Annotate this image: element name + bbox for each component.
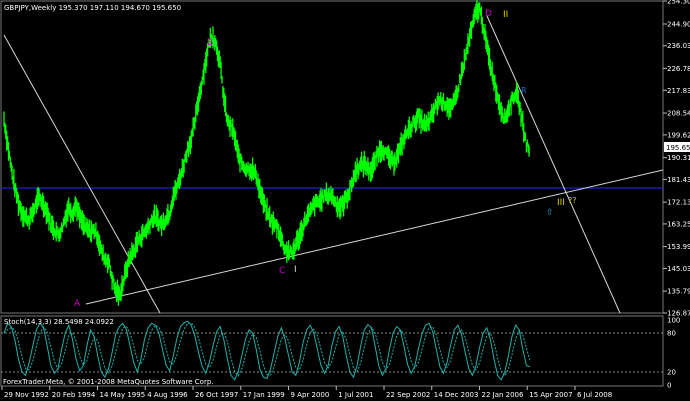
- price-y-tick-label: 135.79: [667, 288, 690, 296]
- price-y-tick-label: 181.43: [667, 176, 690, 184]
- wave-label-b: B: [207, 38, 213, 48]
- x-tick-label: 17 Jan 1999: [243, 391, 285, 399]
- last-price-label: 195.650: [666, 144, 690, 152]
- x-tick-label: 26 Oct 1997: [195, 391, 238, 399]
- stochastic-y-tick-label: 100: [667, 317, 680, 325]
- price-y-tick-label: 208.54: [667, 110, 690, 118]
- x-tick-label: 4 Aug 1996: [147, 391, 188, 399]
- x-tick-label: 29 Nov 1992: [4, 391, 49, 399]
- price-y-axis: 126.87135.79145.03153.99163.25172.13181.…: [663, 0, 690, 318]
- price-y-tick-label: 244.90: [667, 21, 690, 29]
- stochastic-header: Stoch(14,3,3) 28.5498 24.0922: [4, 318, 114, 326]
- wave-label-question: ??: [568, 196, 577, 205]
- x-tick-label: 14 Dec 2003: [434, 391, 479, 399]
- price-y-tick-label: 217.83: [667, 87, 690, 95]
- price-y-tick-label: 172.13: [667, 199, 690, 207]
- stochastic-y-tick-label: 80: [667, 330, 676, 338]
- copyright-text: ForexTrader.Meta, © 2001-2008 MetaQuotes…: [3, 378, 214, 386]
- x-tick-label: 22 Jan 2006: [482, 391, 525, 399]
- price-y-tick-label: 226.78: [667, 65, 690, 73]
- x-tick-label: 20 Feb 1994: [52, 391, 96, 399]
- wave-label-d: D: [485, 9, 492, 19]
- wave-label-r: R: [521, 86, 527, 95]
- price-y-tick-label: 236.03: [667, 42, 690, 50]
- price-y-tick-label: 145.03: [667, 265, 690, 273]
- wave-label-ii: II: [503, 10, 508, 20]
- price-y-tick-label: 254.30: [667, 0, 690, 6]
- wave-label-c: C: [279, 266, 285, 276]
- wave-label-i: I: [294, 265, 297, 275]
- price-y-tick-label: 163.25: [667, 220, 690, 228]
- x-tick-label: 9 Apr 2000: [291, 391, 330, 399]
- x-tick-label: 22 Sep 2002: [386, 391, 430, 399]
- x-tick-label: 14 May 1995: [100, 391, 146, 399]
- wave-label-a: A: [74, 299, 81, 309]
- x-tick-label: 1 Jul 2001: [338, 391, 373, 399]
- x-tick-label: 15 Apr 2007: [529, 391, 572, 399]
- price-y-tick-label: 190.31: [667, 154, 690, 162]
- up-arrow-icon: ⇧: [546, 208, 554, 218]
- x-tick-label: 6 Jul 2008: [577, 391, 612, 399]
- wave-label-iii: III: [557, 198, 565, 208]
- price-y-tick-label: 199.62: [667, 131, 690, 139]
- stochastic-y-tick-label: 20: [667, 369, 676, 377]
- price-y-tick-label: 153.99: [667, 243, 690, 251]
- symbol-header: GBPJPY,Weekly 195.370 197.110 194.670 19…: [4, 4, 181, 12]
- chart[interactable]: GBPJPY,Weekly 195.370 197.110 194.670 19…: [0, 0, 690, 401]
- stochastic-y-tick-label: 0: [667, 382, 671, 390]
